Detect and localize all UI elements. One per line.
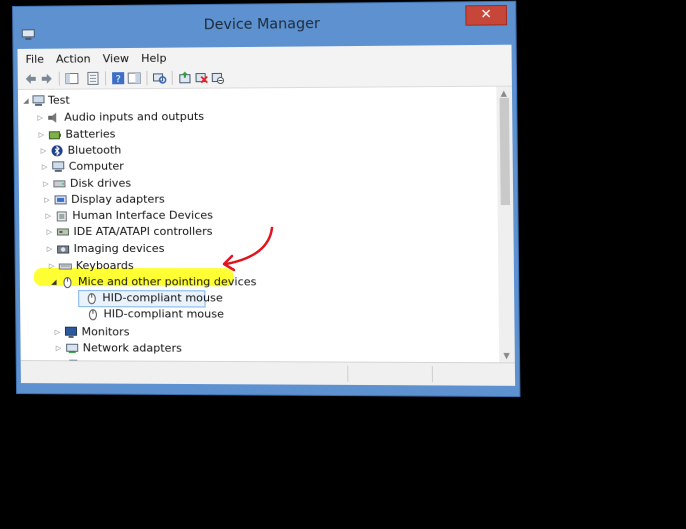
expand-arrow-icon[interactable]: ▷ <box>45 241 53 257</box>
scroll-down-arrow-icon[interactable]: ▼ <box>503 351 510 360</box>
bluetooth-icon <box>51 145 63 157</box>
expand-arrow-icon[interactable]: ▷ <box>37 127 45 143</box>
mouse-icon <box>85 292 98 304</box>
tree-category-label: Network adapters <box>82 341 182 355</box>
disk-drive-icon <box>53 179 66 188</box>
title-bar[interactable]: Device Manager ✕ <box>13 2 516 45</box>
expand-arrow-icon[interactable]: ▷ <box>45 224 53 240</box>
toolbar-separator <box>104 71 107 86</box>
tree-child-label: HID-compliant mouse <box>102 291 223 305</box>
status-bar-divider <box>431 366 434 383</box>
scrollbar-thumb[interactable] <box>499 97 511 206</box>
back-icon[interactable] <box>24 72 38 86</box>
menu-help[interactable]: Help <box>135 51 173 64</box>
tree-category-label: Monitors <box>81 325 130 339</box>
tree-category-label: Display adapters <box>71 192 165 206</box>
tree-category-label: Human Interface Devices <box>72 208 214 222</box>
expand-arrow-icon[interactable]: ▷ <box>39 143 47 159</box>
scroll-up-arrow-icon[interactable]: ▲ <box>500 89 507 98</box>
display-adapter-icon <box>54 194 67 205</box>
disable-device-icon[interactable] <box>210 70 224 84</box>
menu-action[interactable]: Action <box>50 52 97 65</box>
hid-icon <box>56 210 67 222</box>
tree-category-label: Disk drives <box>69 176 132 190</box>
expand-arrow-icon[interactable]: ▷ <box>55 340 63 356</box>
forward-icon[interactable] <box>40 72 54 86</box>
properties-icon[interactable] <box>86 71 100 85</box>
tree-category-label: Batteries <box>65 127 116 141</box>
tree-category-label: Computer <box>68 159 124 173</box>
close-button[interactable]: ✕ <box>465 4 508 26</box>
camera-icon <box>56 244 70 254</box>
red-annotation-arrow <box>222 226 274 272</box>
tree-category-label: Keyboards <box>75 259 134 273</box>
expand-arrow-icon[interactable]: ▷ <box>36 110 44 126</box>
collapse-arrow-icon[interactable]: ◢ <box>50 274 58 290</box>
vertical-scrollbar[interactable]: ▲ ▼ <box>496 86 515 363</box>
expand-arrow-icon[interactable]: ▷ <box>41 159 49 175</box>
properties-pane-icon[interactable] <box>65 71 79 85</box>
help-icon[interactable]: ? <box>111 71 125 85</box>
scan-hardware-icon[interactable] <box>152 71 166 85</box>
speaker-icon <box>48 112 57 123</box>
device-manager-window: Device Manager ✕ File Action View Help ? <box>12 0 521 398</box>
keyboard-icon <box>58 262 72 270</box>
update-driver-icon[interactable] <box>178 71 192 85</box>
tree-category-label: Imaging devices <box>73 241 165 256</box>
toolbar-separator <box>146 70 148 86</box>
tree-root-label: Test <box>47 93 70 107</box>
uninstall-icon[interactable] <box>194 71 208 85</box>
status-bar-divider <box>347 365 349 382</box>
tree-category-label: IDE ATA/ATAPI controllers <box>73 224 213 238</box>
computer-icon <box>52 160 65 172</box>
toolbar-separator <box>171 70 173 85</box>
computer-icon <box>32 95 45 106</box>
mouse-icon <box>63 276 72 288</box>
expand-arrow-icon[interactable]: ▷ <box>53 324 61 340</box>
svg-text:?: ? <box>115 74 120 85</box>
toolbar-separator <box>58 71 60 86</box>
window-title: Device Manager <box>203 15 320 34</box>
mouse-icon <box>86 308 99 320</box>
tree-child-label: HID-compliant mouse <box>103 307 225 321</box>
ide-controller-icon <box>56 227 69 236</box>
menu-file[interactable]: File <box>19 52 50 65</box>
expand-arrow-icon[interactable]: ▷ <box>42 176 50 192</box>
expand-arrow-icon[interactable]: ▷ <box>43 192 51 208</box>
tree-category-label: Audio inputs and outputs <box>64 109 205 124</box>
view-pane-icon[interactable] <box>127 71 141 85</box>
expand-arrow-icon[interactable]: ▷ <box>48 258 56 274</box>
monitor-icon <box>64 326 77 337</box>
battery-icon <box>48 130 61 140</box>
menu-view[interactable]: View <box>97 51 136 65</box>
network-adapter-icon <box>65 342 79 353</box>
status-bar <box>20 360 516 386</box>
tree-category-label: Bluetooth <box>67 143 122 157</box>
expand-arrow-icon[interactable]: ▷ <box>44 208 52 224</box>
collapse-arrow-icon[interactable]: ◢ <box>22 93 30 109</box>
